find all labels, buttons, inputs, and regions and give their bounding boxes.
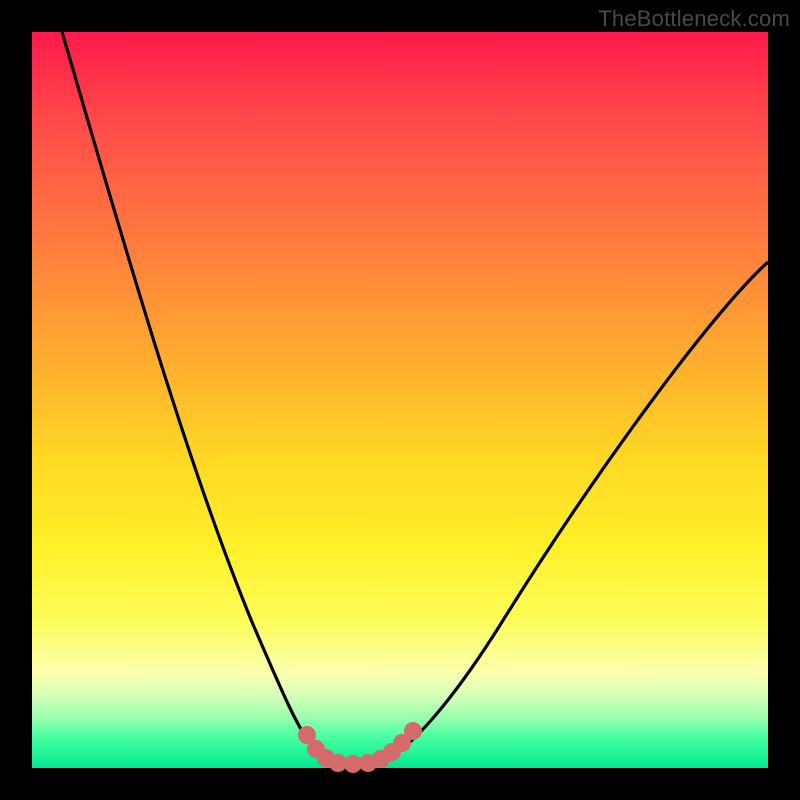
bottleneck-curve (62, 32, 768, 764)
chart-frame: TheBottleneck.com (0, 0, 800, 800)
markers-layer (298, 722, 422, 773)
watermark-text: TheBottleneck.com (598, 6, 790, 32)
curve-layer (62, 32, 768, 764)
plot-area (32, 32, 768, 768)
chart-svg (32, 32, 768, 768)
marker-point (404, 722, 422, 740)
